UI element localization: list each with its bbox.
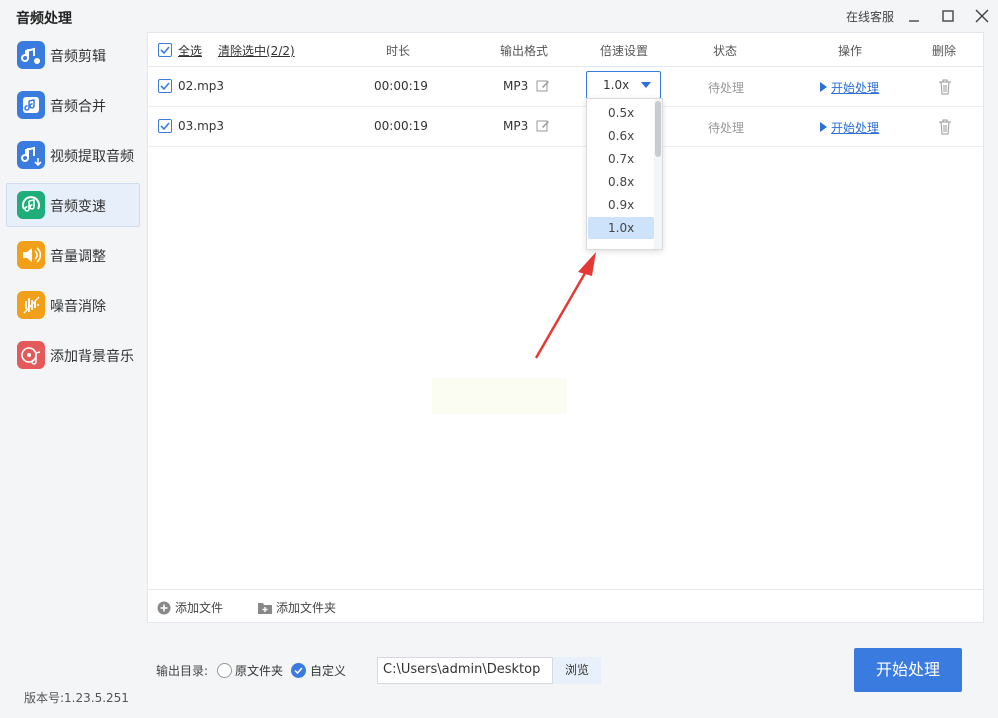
- trash-icon[interactable]: [938, 79, 952, 95]
- clear-selection-link[interactable]: 清除选中(2/2): [218, 42, 295, 59]
- sidebar-item-video-extract[interactable]: 视频提取音频: [6, 133, 140, 177]
- col-action: 操作: [838, 44, 863, 58]
- status-badge: 待处理: [708, 121, 745, 135]
- trash-icon[interactable]: [938, 119, 952, 135]
- file-actions-bar: 添加文件 添加文件夹: [148, 589, 983, 622]
- speed-value: 1.0x: [603, 78, 630, 92]
- speed-select[interactable]: 1.0x: [586, 71, 661, 99]
- speed-option[interactable]: 0.8x: [588, 171, 654, 193]
- start-process-button[interactable]: 开始处理: [854, 648, 962, 692]
- music-merge-icon: [17, 91, 45, 119]
- output-dir-label: 输出目录:: [156, 664, 209, 678]
- sidebar-item-noise[interactable]: 噪音消除: [6, 283, 140, 327]
- sidebar-item-label: 音频变速: [50, 199, 106, 215]
- file-name: 02.mp3: [178, 79, 225, 93]
- version-label: 版本号:1.23.5.251: [24, 691, 129, 705]
- browse-button[interactable]: 浏览: [553, 657, 601, 684]
- radio-custom-folder[interactable]: [291, 663, 306, 678]
- sidebar-item-label: 添加背景音乐: [50, 349, 134, 365]
- speed-option[interactable]: 0.5x: [588, 102, 654, 124]
- start-process-label: 开始处理: [831, 121, 880, 135]
- file-duration: 00:00:19: [374, 119, 428, 133]
- col-duration: 时长: [386, 44, 411, 58]
- table-row: 02.mp3 00:00:19 MP3 1.0x 待处理 开始处理: [148, 67, 983, 107]
- radio-original-folder[interactable]: [217, 663, 232, 678]
- output-format: MP3: [503, 79, 529, 93]
- file-duration: 00:00:19: [374, 79, 428, 93]
- edit-icon[interactable]: [536, 119, 550, 133]
- speed-option[interactable]: 0.6x: [588, 125, 654, 147]
- app-title: 音频处理: [16, 11, 72, 27]
- sidebar-item-audio-cut[interactable]: 音频剪辑: [6, 33, 140, 77]
- select-all-link[interactable]: 全选: [178, 42, 202, 59]
- start-process-link[interactable]: 开始处理: [820, 119, 879, 136]
- noise-reduce-icon: [17, 291, 45, 319]
- sidebar-item-label: 音频合并: [50, 99, 106, 115]
- sidebar-item-label: 音频剪辑: [50, 49, 106, 65]
- speed-option-selected[interactable]: 1.0x: [588, 217, 654, 239]
- add-folder-label: 添加文件夹: [276, 601, 337, 615]
- add-file-label: 添加文件: [175, 601, 224, 615]
- start-process-label: 开始处理: [831, 81, 880, 95]
- dropdown-scrollbar[interactable]: [654, 99, 662, 249]
- add-folder-button[interactable]: 添加文件夹: [258, 599, 336, 616]
- table-row: 03.mp3 00:00:19 MP3 待处理 开始处理: [148, 107, 983, 147]
- col-status: 状态: [713, 44, 738, 58]
- edit-icon[interactable]: [536, 79, 550, 93]
- maximize-icon[interactable]: [938, 6, 958, 26]
- table-header: 全选 清除选中(2/2) 时长 输出格式 倍速设置 状态 操作 删除: [148, 33, 983, 67]
- close-icon[interactable]: [972, 6, 992, 26]
- status-badge: 待处理: [708, 81, 745, 95]
- select-all-checkbox[interactable]: [158, 43, 172, 57]
- chevron-down-icon: [641, 82, 651, 88]
- title-bar: 音频处理 在线客服: [0, 0, 998, 32]
- minimize-icon[interactable]: [904, 6, 924, 26]
- volume-icon: [17, 241, 45, 269]
- radio-original-label: 原文件夹: [235, 664, 284, 678]
- online-support-link[interactable]: 在线客服: [846, 8, 894, 25]
- background-placeholder: [432, 378, 567, 414]
- col-delete: 删除: [932, 44, 957, 58]
- plus-circle-icon: [157, 601, 171, 615]
- file-name: 03.mp3: [178, 119, 225, 133]
- red-arrow-annotation: [534, 252, 596, 359]
- output-format: MP3: [503, 119, 529, 133]
- sidebar-item-label: 音量调整: [50, 249, 106, 265]
- sidebar-item-audio-speed[interactable]: 音频变速: [6, 183, 140, 227]
- output-path-input[interactable]: C:\Users\admin\Desktop: [377, 657, 553, 684]
- add-file-button[interactable]: 添加文件: [157, 599, 223, 616]
- sidebar-item-bg-music[interactable]: 添加背景音乐: [6, 333, 140, 377]
- speed-change-icon: [17, 191, 45, 219]
- start-process-link[interactable]: 开始处理: [820, 79, 879, 96]
- scissors-music-icon: [17, 41, 45, 69]
- scrollbar-thumb[interactable]: [655, 101, 661, 157]
- video-extract-icon: [17, 141, 45, 169]
- speed-option[interactable]: 0.9x: [588, 194, 654, 216]
- col-format: 输出格式: [500, 44, 549, 58]
- play-icon: [820, 82, 827, 92]
- speed-option[interactable]: 0.7x: [588, 148, 654, 170]
- background-music-icon: [17, 341, 45, 369]
- radio-custom-label: 自定义: [310, 664, 347, 678]
- speed-dropdown-list: 0.5x 0.6x 0.7x 0.8x 0.9x 1.0x: [586, 98, 663, 250]
- sidebar-item-label: 视频提取音频: [50, 149, 134, 165]
- row-checkbox[interactable]: [158, 79, 172, 93]
- play-icon: [820, 122, 827, 132]
- sidebar-item-volume[interactable]: 音量调整: [6, 233, 140, 277]
- row-checkbox[interactable]: [158, 119, 172, 133]
- col-speed: 倍速设置: [600, 44, 649, 58]
- sidebar-item-label: 噪音消除: [50, 299, 106, 315]
- folder-plus-icon: [258, 603, 272, 614]
- sidebar-item-audio-merge[interactable]: 音频合并: [6, 83, 140, 127]
